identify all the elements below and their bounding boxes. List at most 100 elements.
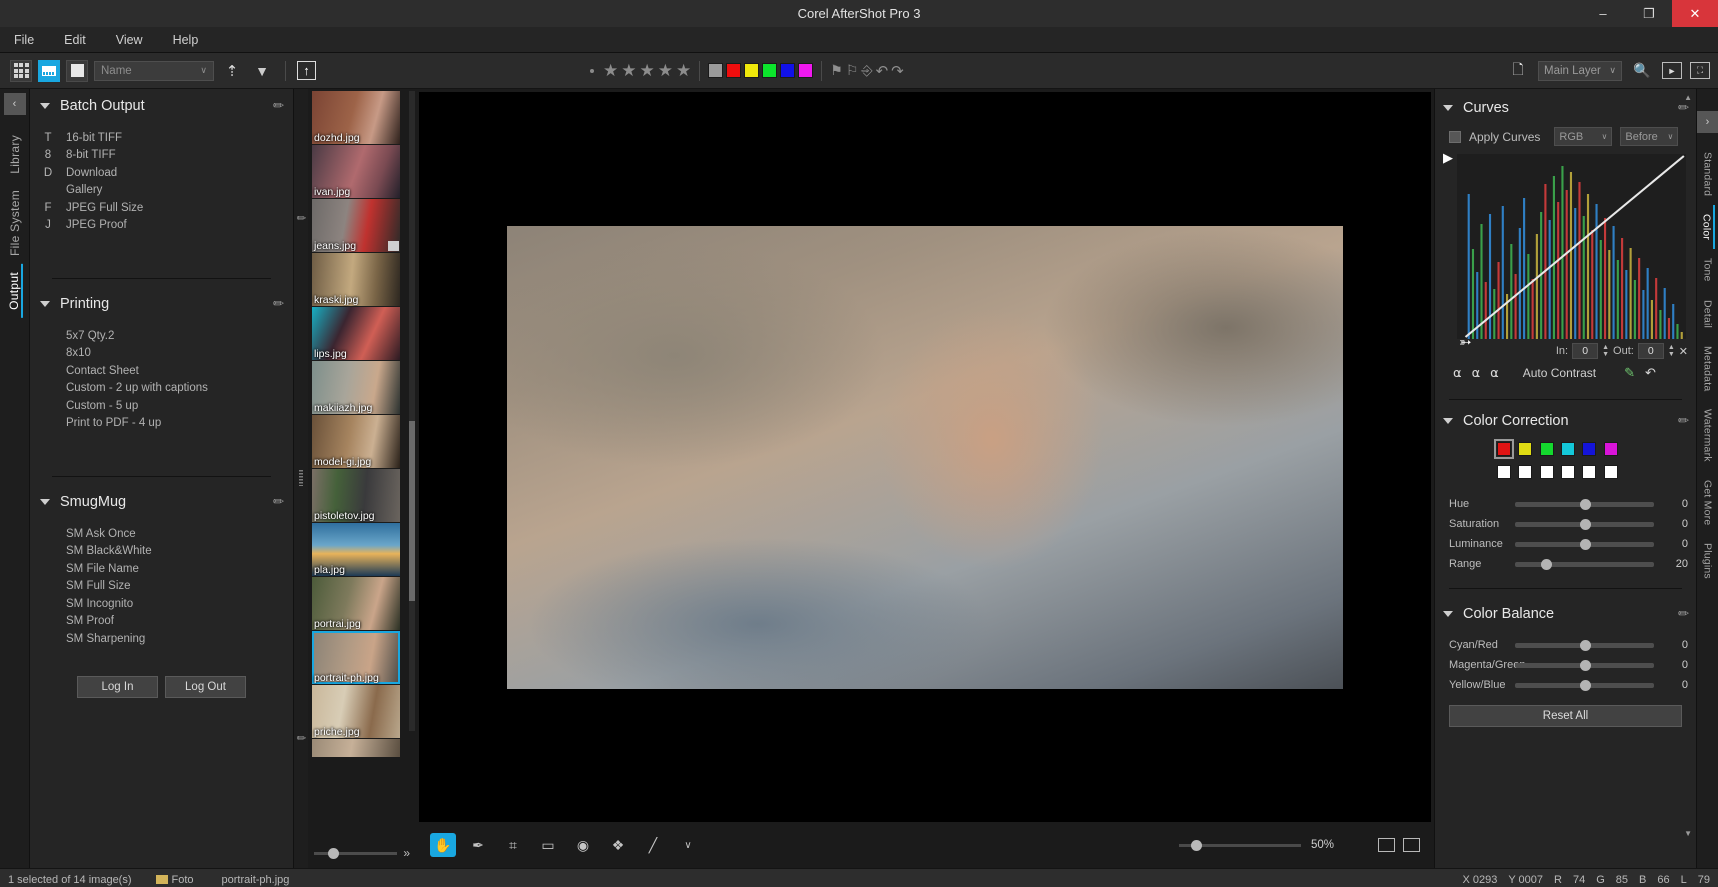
list-item[interactable]: pla.jpg	[312, 523, 400, 576]
filmstrip-scroll-thumb[interactable]	[409, 421, 415, 601]
chevron-down-icon[interactable]	[40, 103, 50, 109]
funnel-icon[interactable]: ▼	[250, 59, 274, 83]
color-label-red[interactable]	[726, 63, 742, 78]
rating-star-5[interactable]: ★	[676, 62, 691, 79]
color-balance-header[interactable]: Color Balance ✐	[1435, 599, 1696, 629]
chevron-down-icon[interactable]	[1443, 105, 1453, 111]
rating-star-4[interactable]: ★	[658, 62, 673, 79]
list-item[interactable]: 5x7 Qty.2	[30, 327, 293, 345]
yellow-blue-knob[interactable]	[1579, 679, 1591, 691]
minimize-button[interactable]: –	[1580, 0, 1626, 27]
range-knob[interactable]	[1540, 558, 1552, 570]
pin-icon[interactable]: ✐	[293, 210, 309, 226]
filmstrip-view-button[interactable]	[38, 59, 60, 82]
redo-icon[interactable]: ↷	[891, 62, 904, 80]
flag-clear-icon[interactable]: ⎆	[861, 62, 872, 79]
list-item[interactable]	[312, 739, 400, 757]
slideshow-icon[interactable]: ►	[1662, 62, 1682, 79]
collapse-left-panel-button[interactable]: ‹	[3, 93, 26, 115]
out-spinner[interactable]: ▲ ▼	[1668, 344, 1675, 358]
luminance-slider[interactable]	[1515, 538, 1654, 550]
swatch-white-1[interactable]	[1497, 465, 1511, 479]
grid-view-button[interactable]	[10, 59, 32, 82]
fit-to-screen-icon[interactable]	[1403, 838, 1420, 852]
pin-icon[interactable]: ✐	[268, 294, 287, 313]
list-item[interactable]: Gallery	[30, 182, 293, 200]
saturation-slider[interactable]	[1515, 518, 1654, 530]
pin-icon[interactable]: ✐	[268, 96, 287, 115]
fullscreen-icon[interactable]: ⛶	[1690, 62, 1710, 79]
single-view-button[interactable]	[66, 59, 88, 82]
list-item[interactable]: Contact Sheet	[30, 362, 293, 380]
crop-tool[interactable]: ⌗	[500, 833, 526, 857]
hue-knob[interactable]	[1579, 498, 1591, 510]
color-label-green[interactable]	[762, 63, 778, 78]
list-item[interactable]: dozhd.jpg	[312, 91, 400, 144]
one-to-one-icon[interactable]	[1378, 838, 1395, 852]
chevron-down-icon[interactable]	[40, 499, 50, 505]
swatch-yellow[interactable]	[1518, 442, 1533, 456]
list-item[interactable]: makiiazh.jpg	[312, 361, 400, 414]
gray-point-eyedropper-icon[interactable]: ⍺	[1472, 365, 1481, 381]
list-item[interactable]: kraski.jpg	[312, 253, 400, 306]
cyan-red-knob[interactable]	[1579, 639, 1591, 651]
color-label-magenta[interactable]	[798, 63, 814, 78]
tool-options-chevron-icon[interactable]: ∨	[675, 833, 701, 857]
swatch-white-5[interactable]	[1582, 465, 1597, 479]
magenta-green-knob[interactable]	[1579, 659, 1591, 671]
curves-state-select[interactable]: Before ∨	[1620, 127, 1679, 146]
color-label-yellow[interactable]	[744, 63, 760, 78]
export-up-icon[interactable]: ↑	[297, 61, 316, 80]
chevron-down-icon[interactable]	[1443, 611, 1453, 617]
swatch-cyan[interactable]	[1561, 442, 1576, 456]
sidebar-tab-library[interactable]: Library	[8, 127, 22, 182]
pin-icon[interactable]: ✐	[293, 731, 309, 746]
curves-channel-select[interactable]: RGB ∨	[1554, 127, 1613, 146]
sidebar-tab-file-system[interactable]: File System	[8, 182, 22, 264]
adjust-tab-color[interactable]: Color	[1701, 205, 1715, 250]
swatch-magenta[interactable]	[1603, 442, 1618, 456]
panel-scroll-down-icon[interactable]: ▼	[1684, 829, 1692, 838]
list-item[interactable]: priche.jpg	[312, 685, 400, 738]
list-item[interactable]: portrait-ph.jpg	[312, 631, 400, 684]
preview-image[interactable]	[507, 225, 1343, 689]
apply-curves-checkbox[interactable]	[1449, 130, 1461, 143]
adjust-tab-plugins[interactable]: Plugins	[1702, 534, 1714, 588]
in-spinner[interactable]: ▲ ▼	[1602, 344, 1609, 358]
menu-view[interactable]: View	[116, 33, 143, 47]
color-label-blue[interactable]	[780, 63, 796, 78]
swatch-white-4[interactable]	[1561, 465, 1576, 479]
pin-icon[interactable]: ✐	[268, 492, 287, 511]
color-label-none[interactable]	[708, 63, 724, 78]
list-item[interactable]: Custom - 2 up with captions	[30, 380, 293, 398]
straighten-tool[interactable]: ▭	[535, 833, 561, 857]
white-point-eyedropper-icon[interactable]: ⍺	[1490, 365, 1499, 381]
thumbnail-size-knob[interactable]	[328, 847, 339, 859]
rating-star-2[interactable]: ★	[621, 62, 636, 79]
healing-brush-tool[interactable]: ✒	[465, 833, 491, 857]
thumbnail-size-slider[interactable]	[314, 847, 398, 859]
hue-slider[interactable]	[1515, 498, 1654, 510]
yellow-blue-slider[interactable]	[1515, 679, 1654, 691]
menu-help[interactable]: Help	[173, 33, 199, 47]
smugmug-header[interactable]: SmugMug ✐	[30, 485, 293, 519]
layer-select[interactable]: Main Layer ∨	[1538, 60, 1622, 81]
color-correction-header[interactable]: Color Correction ✐	[1435, 406, 1696, 436]
curves-header[interactable]: Curves ✐	[1435, 93, 1696, 123]
curves-histogram[interactable]: ▶ ➳	[1443, 150, 1686, 351]
brush-tool[interactable]: ╱	[640, 833, 666, 857]
panel-scroll-up-icon[interactable]: ▲	[1684, 93, 1692, 102]
list-item[interactable]: 8x10	[30, 345, 293, 363]
remove-point-button[interactable]: ✕	[1679, 345, 1688, 358]
range-slider[interactable]	[1515, 558, 1654, 570]
undo-icon[interactable]: ↶	[876, 62, 889, 80]
swatch-blue[interactable]	[1582, 442, 1597, 456]
out-value-field[interactable]: 0	[1637, 343, 1664, 359]
list-item[interactable]: ivan.jpg	[312, 145, 400, 198]
list-item[interactable]: SM File Name	[30, 560, 293, 578]
luminance-knob[interactable]	[1579, 538, 1591, 550]
list-item[interactable]: SM Sharpening	[30, 630, 293, 648]
batch-output-header[interactable]: Batch Output ✐	[30, 89, 293, 123]
adjust-tab-standard[interactable]: Standard	[1702, 143, 1714, 205]
zoom-slider[interactable]	[1178, 839, 1301, 851]
